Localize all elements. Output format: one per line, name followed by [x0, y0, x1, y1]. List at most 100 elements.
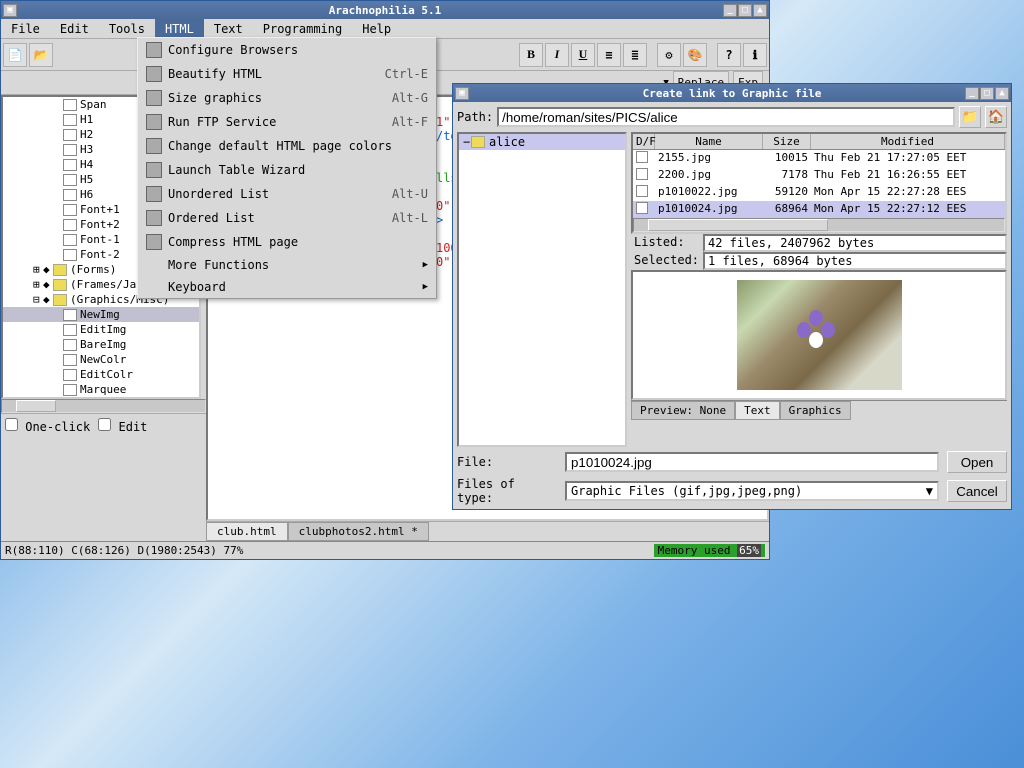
- tree-item-marquee[interactable]: Marquee: [3, 382, 199, 397]
- chevron-down-icon: ▼: [926, 484, 933, 498]
- menu-help[interactable]: Help: [352, 19, 401, 39]
- dialog-maximize-button[interactable]: □: [980, 87, 994, 100]
- col-name[interactable]: Name: [655, 134, 763, 149]
- home-button[interactable]: 🏠: [985, 106, 1007, 128]
- up-dir-button[interactable]: 📁: [959, 106, 981, 128]
- ul-icon: [146, 186, 162, 202]
- tree-item-newcolr[interactable]: NewColr: [3, 352, 199, 367]
- document-icon: [63, 174, 77, 186]
- open-button[interactable]: Open: [947, 451, 1007, 473]
- dialog-sysmenu-icon[interactable]: ▣: [455, 87, 469, 100]
- close-button[interactable]: ▲: [753, 4, 767, 17]
- file-row[interactable]: p1010022.jpg59120Mon Apr 15 22:27:28 EES: [633, 184, 1005, 201]
- col-modified[interactable]: Modified: [811, 134, 1005, 149]
- info-button[interactable]: ℹ: [743, 43, 767, 67]
- preview-area: [631, 270, 1007, 400]
- status-position: R(88:110) C(68:126) D(1980:2543) 77%: [5, 544, 243, 557]
- preview-image: [737, 280, 902, 390]
- file-row[interactable]: p1010024.jpg68964Mon Apr 15 22:27:12 EES: [633, 201, 1005, 218]
- tab-clubphotos2[interactable]: clubphotos2.html *: [288, 522, 429, 541]
- oneclick-checkbox[interactable]: One-click: [5, 418, 90, 434]
- tree-item-editcolr[interactable]: EditColr: [3, 367, 199, 382]
- menu-file[interactable]: File: [1, 19, 50, 39]
- tool-button-1[interactable]: ⚙: [657, 43, 681, 67]
- file-icon: [636, 202, 648, 214]
- file-row[interactable]: 2200.jpg7178Thu Feb 21 16:26:55 EET: [633, 167, 1005, 184]
- document-icon: [63, 129, 77, 141]
- menu-item-beautify-html[interactable]: Beautify HTMLCtrl-E: [138, 62, 436, 86]
- menu-item-launch-table-wizard[interactable]: Launch Table Wizard: [138, 158, 436, 182]
- menu-html[interactable]: HTML: [155, 19, 204, 39]
- path-label: Path:: [457, 110, 493, 124]
- path-input[interactable]: [497, 107, 955, 127]
- tool-button-2[interactable]: 🎨: [683, 43, 707, 67]
- menu-item-size-graphics[interactable]: Size graphicsAlt-G: [138, 86, 436, 110]
- document-icon: [63, 159, 77, 171]
- tree-item-editimg[interactable]: EditImg: [3, 322, 199, 337]
- dialog-folder-tree[interactable]: − alice: [457, 132, 627, 447]
- cancel-button[interactable]: Cancel: [947, 480, 1007, 502]
- menu-item-change-default-html-page-colors[interactable]: Change default HTML page colors: [138, 134, 436, 158]
- dialog-minimize-button[interactable]: _: [965, 87, 979, 100]
- tree-scroll-h[interactable]: [1, 399, 206, 413]
- menu-item-configure-browsers[interactable]: Configure Browsers: [138, 38, 436, 62]
- menu-tools[interactable]: Tools: [99, 19, 155, 39]
- folder-icon: [53, 279, 67, 291]
- file-row[interactable]: 2155.jpg10015Thu Feb 21 17:27:05 EET: [633, 150, 1005, 167]
- col-df[interactable]: D/F: [633, 134, 655, 149]
- file-icon: [636, 151, 648, 163]
- help-button[interactable]: ?: [717, 43, 741, 67]
- file-list[interactable]: D/F Name Size Modified 2155.jpg10015Thu …: [631, 132, 1007, 234]
- filetype-select[interactable]: Graphic Files (gif,jpg,jpeg,png) ▼: [565, 481, 939, 501]
- document-icon: [63, 99, 77, 111]
- selected-value: 1 files, 68964 bytes: [703, 252, 1007, 270]
- italic-button[interactable]: I: [545, 43, 569, 67]
- menu-item-ordered-list[interactable]: Ordered ListAlt-L: [138, 206, 436, 230]
- tree-options: One-click Edit: [1, 413, 206, 438]
- document-icon: [63, 144, 77, 156]
- tab-club[interactable]: club.html: [206, 522, 288, 541]
- document-icon: [63, 324, 77, 336]
- document-icon: [63, 189, 77, 201]
- dialog-close-button[interactable]: ▲: [995, 87, 1009, 100]
- menu-item-unordered-list[interactable]: Unordered ListAlt-U: [138, 182, 436, 206]
- menu-edit[interactable]: Edit: [50, 19, 99, 39]
- menu-item-compress-html-page[interactable]: Compress HTML page: [138, 230, 436, 254]
- view-tab-graphics[interactable]: Graphics: [780, 401, 851, 420]
- compress-icon: [146, 234, 162, 250]
- menu-item-keyboard[interactable]: Keyboard▶: [138, 276, 436, 298]
- folder-icon: [471, 136, 485, 148]
- menu-text[interactable]: Text: [204, 19, 253, 39]
- file-list-scroll-h[interactable]: [633, 218, 1005, 232]
- view-tab-preview-none[interactable]: Preview: None: [631, 401, 735, 420]
- menu-item-run-ftp-service[interactable]: Run FTP ServiceAlt-F: [138, 110, 436, 134]
- folder-icon: [53, 264, 67, 276]
- listed-value: 42 files, 2407962 bytes: [703, 234, 1007, 252]
- underline-button[interactable]: U: [571, 43, 595, 67]
- tree-item-bareimg[interactable]: BareImg: [3, 337, 199, 352]
- new-file-button[interactable]: 📄: [3, 43, 27, 67]
- preview-tabs: Preview: NoneTextGraphics: [631, 400, 1007, 420]
- open-file-button[interactable]: 📂: [29, 43, 53, 67]
- statusbar: R(88:110) C(68:126) D(1980:2543) 77% Mem…: [1, 541, 769, 559]
- tree-folder-alice[interactable]: − alice: [459, 134, 625, 150]
- document-icon: [63, 249, 77, 261]
- align-button-2[interactable]: ≣: [623, 43, 647, 67]
- view-tab-text[interactable]: Text: [735, 401, 780, 420]
- file-icon: [636, 168, 648, 180]
- maximize-button[interactable]: □: [738, 4, 752, 17]
- minimize-button[interactable]: _: [723, 4, 737, 17]
- menu-programming[interactable]: Programming: [253, 19, 352, 39]
- sysmenu-icon[interactable]: ▣: [3, 4, 17, 17]
- edit-checkbox[interactable]: Edit: [98, 418, 147, 434]
- align-button-1[interactable]: ≡: [597, 43, 621, 67]
- listed-label: Listed:: [631, 234, 703, 252]
- document-tabs: club.htmlclubphotos2.html *: [206, 521, 769, 541]
- bold-button[interactable]: B: [519, 43, 543, 67]
- col-size[interactable]: Size: [763, 134, 811, 149]
- menu-item-more-functions[interactable]: More Functions▶: [138, 254, 436, 276]
- ftp-icon: [146, 114, 162, 130]
- tree-item-newimg[interactable]: NewImg: [3, 307, 199, 322]
- filename-input[interactable]: [565, 452, 939, 472]
- folder-icon: [53, 294, 67, 306]
